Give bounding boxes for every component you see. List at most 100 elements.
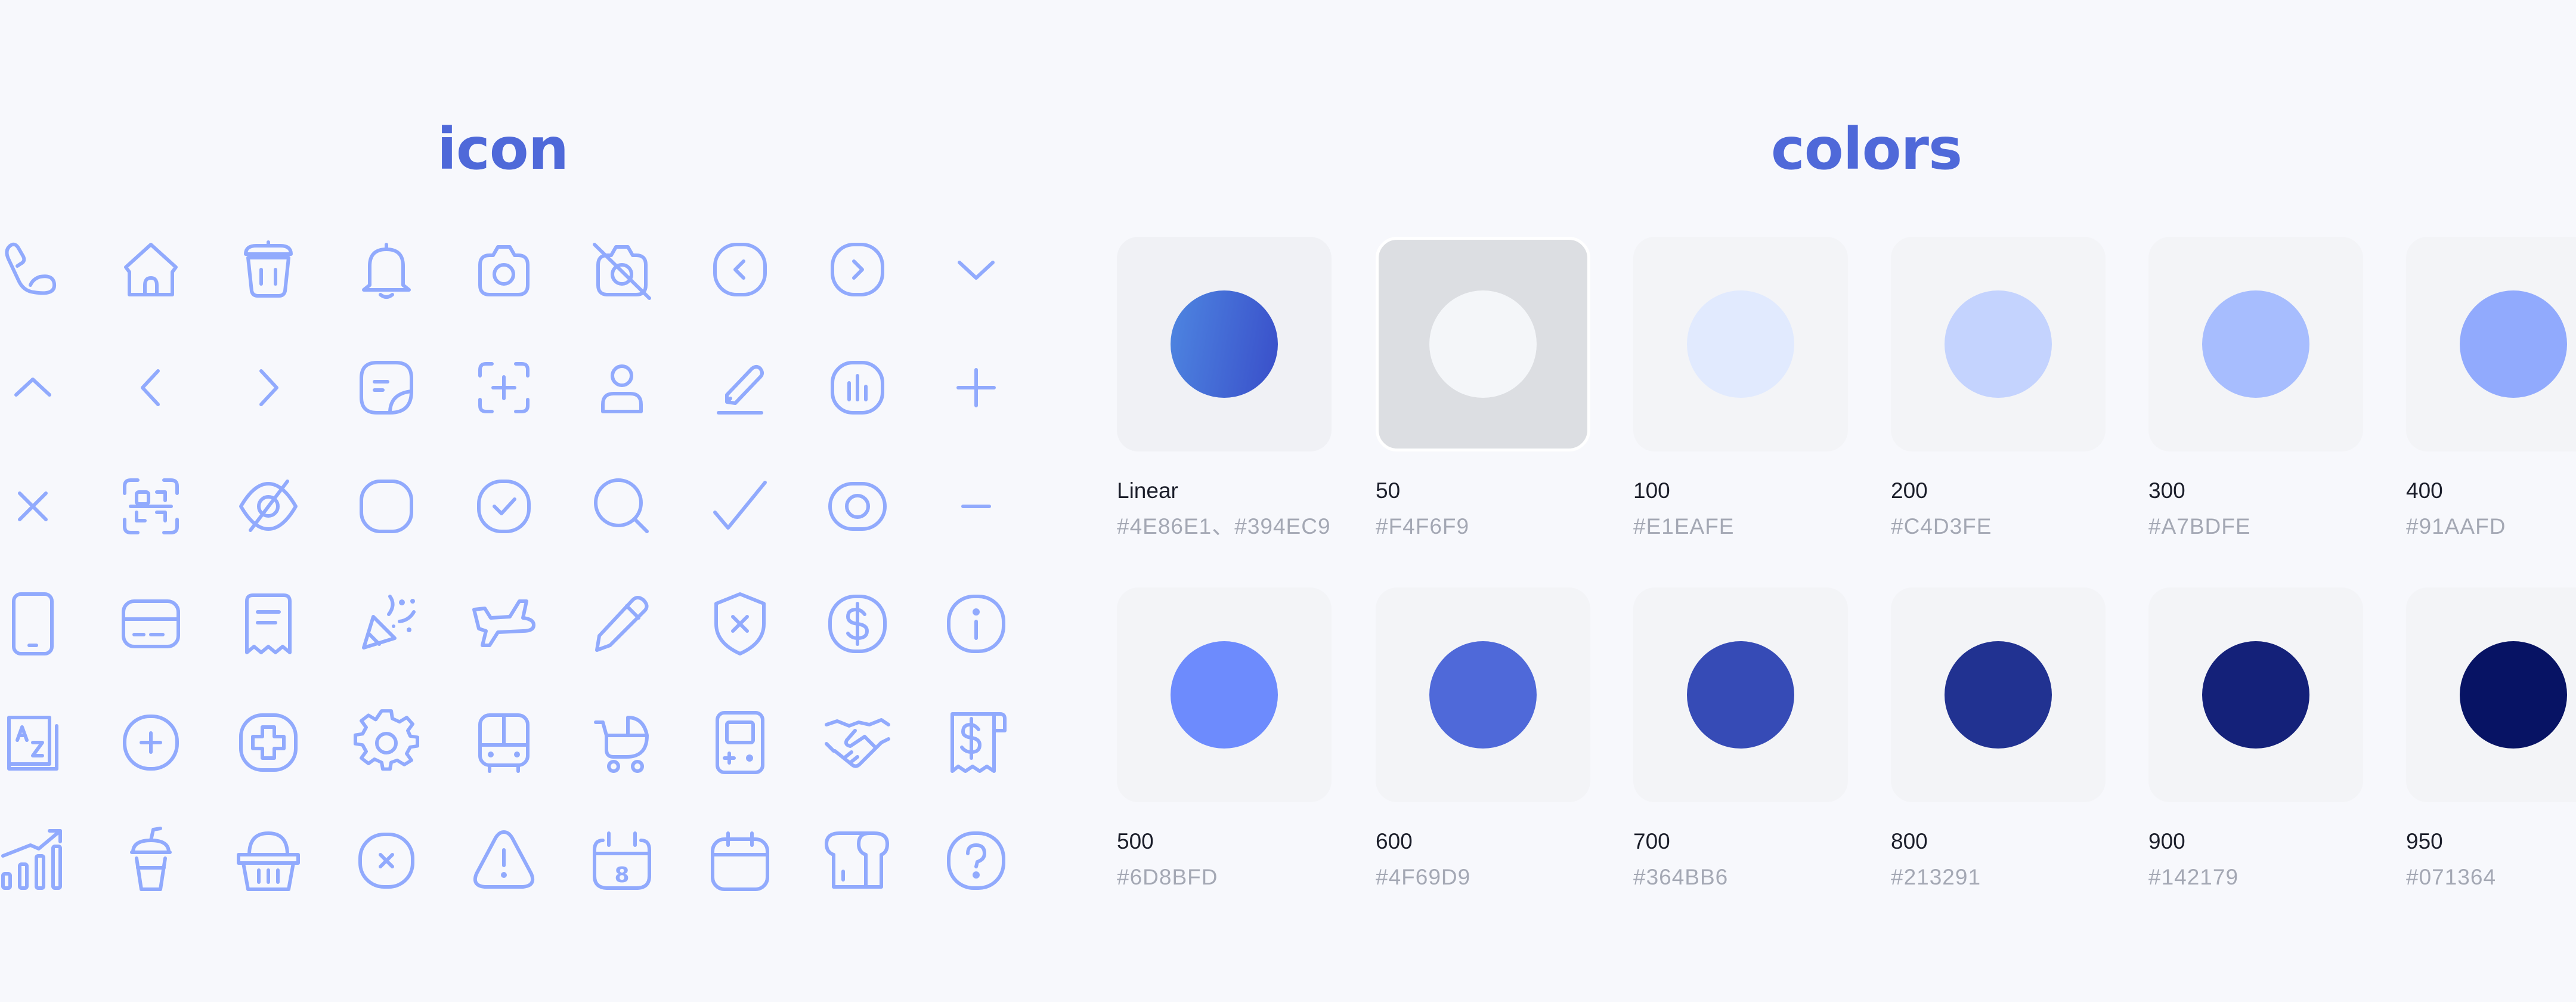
check-circle-icon (468, 471, 540, 542)
invoice-dollar-icon (940, 707, 1012, 778)
plus-icon (940, 352, 1012, 423)
swatch-name: 300 (2148, 478, 2185, 503)
swatch-name: 700 (1633, 829, 1670, 853)
swatch-hex-value: #E1EAFE (1633, 514, 1735, 539)
swatch-card-100 (1633, 237, 1848, 451)
help-circle-icon (940, 825, 1012, 896)
swatch-color-circle (2202, 290, 2309, 398)
swatch-color-circle (2460, 290, 2567, 398)
chart-square-icon (822, 352, 893, 423)
sticker-icon (351, 352, 422, 423)
swatch-name: 600 (1376, 829, 1413, 853)
swatch-hex-value: #4F69D9 (1376, 865, 1471, 889)
calendar-day-number: 8 (614, 863, 629, 887)
bus-icon (468, 707, 540, 778)
swatch-card-900 (2148, 587, 2363, 802)
shopping-basket-icon (233, 825, 304, 896)
swatch-name: Linear (1117, 478, 1178, 503)
chevron-right-circle-icon (822, 234, 893, 305)
swatch-hex-value: #A7BDFE (2148, 514, 2251, 539)
dictionary-icon (0, 707, 69, 778)
colors-section-title: colors (1770, 116, 1962, 183)
phone-icon (0, 234, 69, 305)
camera-icon (468, 234, 540, 305)
swatch-hex-value: #4E86E1、#394EC9 (1117, 514, 1331, 539)
swatch-name: 200 (1891, 478, 1928, 503)
swatch-color-circle (1429, 290, 1537, 398)
search-icon (586, 471, 658, 542)
checkmark-icon (704, 471, 776, 542)
shield-x-icon (704, 588, 776, 660)
calendar-icon (704, 825, 776, 896)
swatch-card-linear (1117, 237, 1332, 451)
swatch-name: 500 (1117, 829, 1154, 853)
chevron-up-icon (0, 352, 69, 423)
dollar-circle-icon (822, 588, 893, 660)
swatch-name: 900 (2148, 829, 2185, 853)
game-console-icon (704, 707, 776, 778)
swatch-card-950 (2406, 587, 2576, 802)
swatch-name: 400 (2406, 478, 2443, 503)
handshake-icon (822, 707, 893, 778)
swatch-card-500 (1117, 587, 1332, 802)
edit-line-icon (704, 352, 776, 423)
close-icon (0, 471, 69, 542)
warning-icon (468, 825, 540, 896)
swatch-color-circle (2202, 641, 2309, 749)
eye-off-icon (233, 471, 304, 542)
swatch-color-circle (1945, 641, 2052, 749)
user-icon (586, 352, 658, 423)
swatch-color-circle (1171, 290, 1278, 398)
swatch-card-50 (1376, 237, 1590, 451)
swatch-card-300 (2148, 237, 2363, 451)
swatch-name: 950 (2406, 829, 2443, 853)
bell-icon (351, 234, 422, 305)
swatch-card-200 (1891, 237, 2106, 451)
swatch-card-800 (1891, 587, 2106, 802)
swatch-hex-value: #364BB6 (1633, 865, 1729, 889)
swatch-hex-value: #C4D3FE (1891, 514, 1992, 539)
plane-icon (468, 588, 540, 660)
stroller-icon (586, 707, 658, 778)
scan-add-icon (468, 352, 540, 423)
swatch-color-circle (2460, 641, 2567, 749)
chevron-left-icon (115, 352, 187, 423)
swatch-card-700 (1633, 587, 1848, 802)
home-icon (115, 234, 187, 305)
party-icon (351, 588, 422, 660)
swatch-hex-value: #071364 (2406, 865, 2497, 889)
bread-icon (822, 825, 893, 896)
square-rounded-icon (351, 471, 422, 542)
icon-section-title: icon (436, 116, 569, 183)
mobile-icon (0, 588, 69, 660)
swatch-hex-value: #91AAFD (2406, 514, 2506, 539)
calendar-8-icon: 8 (586, 825, 658, 896)
swatch-color-circle (1687, 641, 1794, 749)
camera-off-icon (586, 234, 658, 305)
swatch-color-circle (1687, 290, 1794, 398)
swatch-name: 800 (1891, 829, 1928, 853)
settings-gear-icon (351, 707, 422, 778)
close-circle-icon (351, 825, 422, 896)
swatch-card-400 (2406, 237, 2576, 451)
chevron-left-circle-icon (704, 234, 776, 305)
swatch-color-circle (1945, 290, 2052, 398)
chevron-right-icon (233, 352, 304, 423)
trash-icon (233, 234, 304, 305)
minus-icon (940, 471, 1012, 542)
swatch-hex-value: #142179 (2148, 865, 2239, 889)
swatch-name: 50 (1376, 478, 1401, 503)
credit-card-icon (115, 588, 187, 660)
receipt-icon (233, 588, 304, 660)
swatch-color-circle (1171, 641, 1278, 749)
plus-circle-icon (115, 707, 187, 778)
pen-icon (586, 588, 658, 660)
medical-cross-icon (233, 707, 304, 778)
info-circle-icon (940, 588, 1012, 660)
swatch-name: 100 (1633, 478, 1670, 503)
drink-cup-icon (115, 825, 187, 896)
swatch-color-circle (1429, 641, 1537, 749)
chevron-down-icon (940, 234, 1012, 305)
growth-chart-icon (0, 825, 69, 896)
swatch-card-600 (1376, 587, 1590, 802)
